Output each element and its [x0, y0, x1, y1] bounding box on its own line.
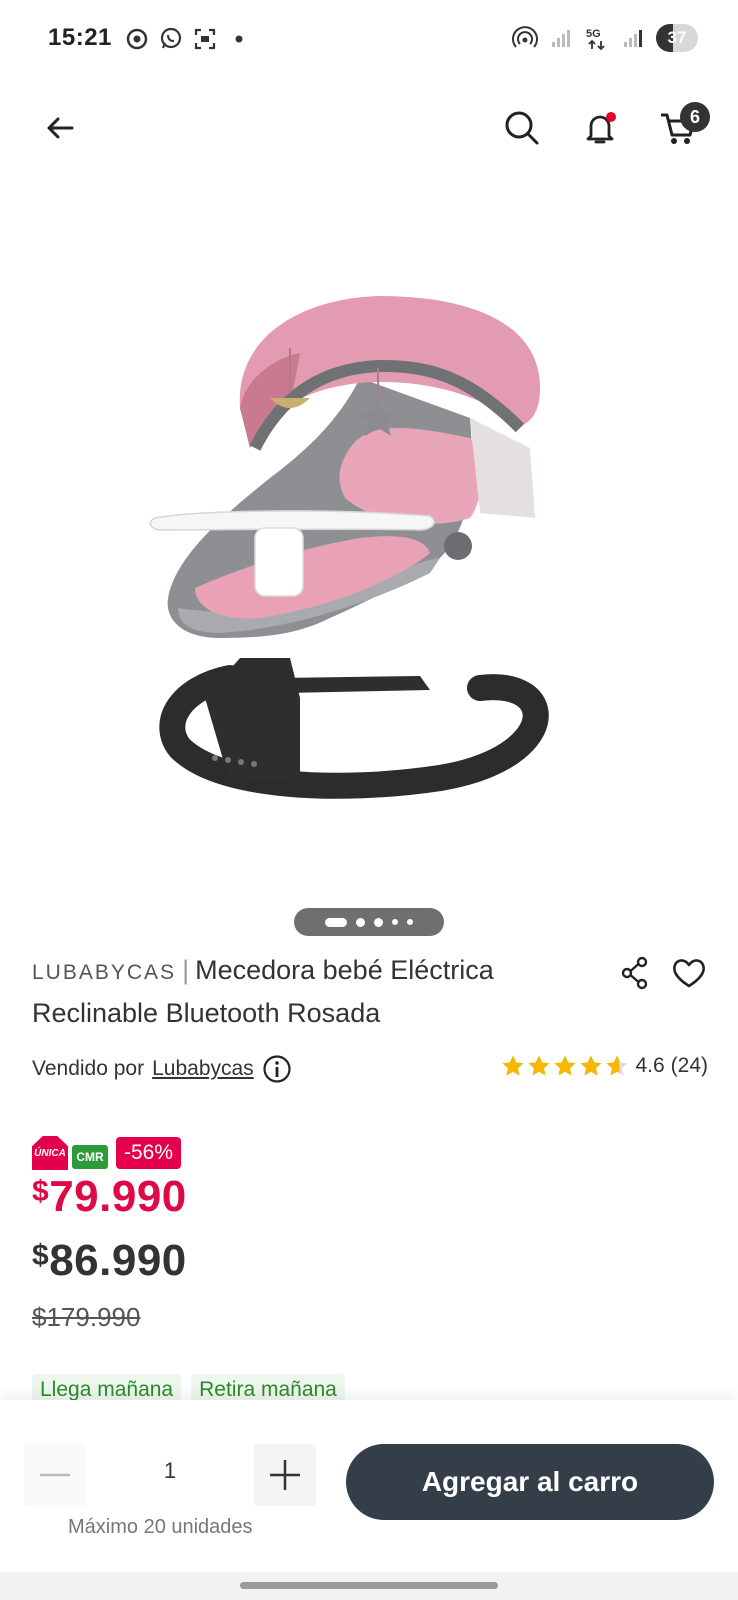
carousel-dot[interactable] — [392, 919, 398, 925]
plus-icon — [270, 1460, 300, 1490]
cmr-badge: CMR — [72, 1145, 108, 1169]
cmr-price-value: 79.990 — [49, 1172, 187, 1221]
carousel-dot[interactable] — [325, 917, 347, 927]
pickup-tag: Retira mañana — [191, 1374, 345, 1400]
currency-symbol: $ — [32, 1175, 50, 1208]
rating-count: (24) — [670, 1054, 708, 1077]
delivery-tag: Llega mañana — [32, 1374, 182, 1400]
seller-row: Vendido por Lubabycas — [32, 1054, 292, 1084]
cart-count-badge: 6 — [680, 102, 710, 132]
battery-icon: 37 — [656, 24, 698, 52]
baby-rocker-illustration — [149, 296, 549, 799]
share-icon — [621, 956, 648, 990]
notifications-button[interactable] — [572, 100, 628, 156]
unica-badge: ÚNICA — [32, 1136, 68, 1170]
back-arrow-icon — [47, 117, 74, 139]
quantity-decrease-button[interactable] — [24, 1444, 86, 1506]
notification-dot — [606, 112, 616, 122]
quantity-increase-button[interactable] — [254, 1444, 316, 1506]
search-icon — [505, 111, 539, 145]
home-indicator[interactable] — [240, 1582, 498, 1589]
back-button[interactable] — [32, 100, 88, 156]
info-icon[interactable] — [262, 1054, 292, 1084]
quantity-value[interactable]: 1 — [130, 1458, 210, 1484]
5g-icon: 5G — [584, 25, 610, 51]
max-units-text: Máximo 20 unidades — [68, 1516, 253, 1538]
favorite-button[interactable] — [668, 952, 710, 994]
title-separator: | — [182, 955, 190, 985]
carousel-dot[interactable] — [407, 919, 413, 925]
cmr-price: $79.990 — [32, 1172, 187, 1222]
delivery-tags: Llega mañana Retira mañana — [32, 1374, 345, 1400]
battery-level: 37 — [667, 28, 687, 47]
old-price: $179.990 — [32, 1302, 141, 1332]
signal-icon — [548, 25, 574, 51]
carousel-dot[interactable] — [374, 917, 383, 927]
chrome-icon — [124, 26, 150, 52]
rating-value: 4.6 — [635, 1054, 665, 1077]
add-to-cart-button[interactable]: Agregar al carro — [346, 1444, 714, 1520]
status-bar: 15:21 5G 37 — [0, 0, 738, 82]
share-button[interactable] — [614, 952, 656, 994]
carousel-dot[interactable] — [356, 917, 365, 927]
svg-text:5G: 5G — [586, 28, 601, 40]
sold-by-label: Vendido por — [32, 1057, 145, 1080]
discount-badge: -56% — [116, 1137, 182, 1169]
normal-price: $86.990 — [32, 1236, 187, 1286]
currency-symbol: $ — [32, 1239, 50, 1272]
navigation-bar — [0, 1572, 738, 1600]
product-image[interactable] — [0, 178, 738, 888]
seller-link[interactable]: Lubabycas — [152, 1057, 254, 1081]
star-icon — [502, 1055, 524, 1076]
hotspot-icon — [512, 25, 538, 51]
rating-stars — [501, 1054, 629, 1078]
image-carousel-indicator[interactable] — [294, 908, 444, 936]
product-title: LUBABYCAS | Mecedora bebé Eléctrica Reclin… — [32, 950, 592, 1033]
search-button[interactable] — [494, 100, 550, 156]
app-header: 6 — [0, 82, 738, 178]
signal-icon — [620, 25, 646, 51]
minus-icon — [40, 1473, 70, 1477]
star-icon — [606, 1055, 628, 1076]
cart-button[interactable]: 6 — [650, 100, 710, 156]
screenshot-icon — [192, 26, 218, 52]
brand-name[interactable]: LUBABYCAS — [32, 961, 176, 984]
heart-icon — [673, 959, 705, 988]
purchase-bar: 1 Máximo 20 unidades Agregar al carro — [0, 1400, 738, 1572]
star-icon — [528, 1055, 550, 1076]
status-icons-left — [124, 26, 252, 52]
dot-icon — [226, 26, 252, 52]
price-badges: ÚNICA CMR -56% — [32, 1136, 182, 1170]
status-icons-right: 5G 37 — [512, 24, 698, 52]
whatsapp-icon — [158, 26, 184, 52]
star-icon — [580, 1055, 602, 1076]
status-time: 15:21 — [48, 24, 112, 51]
star-icon — [554, 1055, 576, 1076]
normal-price-value: 86.990 — [49, 1236, 187, 1285]
product-rating[interactable]: 4.6 (24) — [501, 1054, 708, 1078]
